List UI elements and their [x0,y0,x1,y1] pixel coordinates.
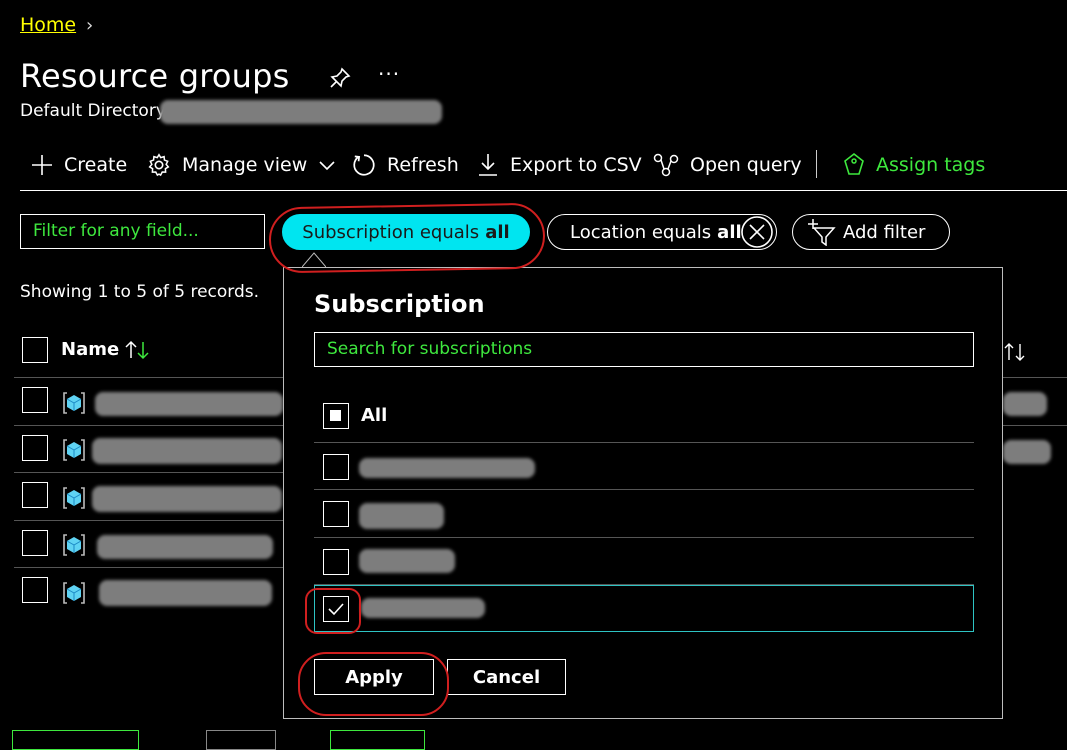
row-checkbox[interactable] [22,435,48,461]
redacted-subscription-name [359,549,455,573]
indeterminate-mark-icon [330,410,341,421]
location-filter-value: all [717,221,742,243]
row-separator [14,520,284,521]
apply-button[interactable]: Apply [314,659,434,695]
bottom-button[interactable] [206,730,276,750]
row-separator [14,472,284,473]
select-all-checkbox[interactable] [22,337,48,363]
create-button[interactable]: Create [30,150,127,180]
redacted-row-name[interactable] [92,486,282,512]
redacted-subscription-name [361,598,485,618]
subscription-checkbox[interactable] [323,501,349,527]
sort-icon[interactable] [123,338,151,362]
add-filter-label: Add filter [843,221,926,243]
remove-location-filter-icon[interactable] [740,215,774,249]
panel-title: Subscription [314,290,485,318]
manage-view-label: Manage view [182,154,308,176]
all-subscriptions-checkbox[interactable] [323,403,349,429]
resource-group-icon [63,534,85,556]
assign-tags-label: Assign tags [876,154,986,176]
subscription-checkbox-checked[interactable] [323,596,349,622]
page-title: Resource groups [20,57,290,95]
directory-label: Default Directory [20,101,166,121]
more-options-icon[interactable]: ··· [378,62,400,86]
subscription-filter-pill[interactable]: Subscription equals all [282,214,530,250]
gear-icon [148,153,170,177]
assign-tags-button[interactable]: Assign tags [842,150,985,180]
redacted-row-name[interactable] [92,438,282,464]
open-query-button[interactable]: Open query [652,150,802,180]
name-column-header[interactable]: Name [61,339,119,360]
breadcrumb-home-link[interactable]: Home [20,14,76,36]
subscription-checkbox[interactable] [323,454,349,480]
redacted-row-value [1003,440,1051,464]
download-icon [479,154,497,176]
chevron-down-icon [319,161,335,171]
subscription-dropdown-panel: Subscription Search for subscriptions Al… [283,267,1003,719]
sort-icon-right[interactable] [1003,340,1027,364]
resource-group-icon [63,487,85,509]
breadcrumb-chevron-icon: › [86,15,94,36]
option-separator [314,489,974,490]
refresh-button[interactable]: Refresh [351,150,459,180]
resource-group-icon [63,582,85,604]
export-csv-label: Export to CSV [510,154,642,176]
checkmark-icon [328,603,344,616]
records-count: Showing 1 to 5 of 5 records. [20,282,260,302]
redacted-subscription-name [359,503,444,529]
option-separator [314,442,974,443]
row-checkbox[interactable] [22,530,48,556]
toolbar-divider [20,190,1067,191]
subscription-search-input[interactable]: Search for subscriptions [314,332,974,367]
toolbar-separator [816,150,817,178]
row-checkbox[interactable] [22,482,48,508]
row-checkbox[interactable] [22,577,48,603]
subscription-checkbox[interactable] [323,549,349,575]
row-checkbox[interactable] [22,387,48,413]
refresh-label: Refresh [387,154,459,176]
manage-view-button[interactable]: Manage view [146,150,337,180]
cancel-button[interactable]: Cancel [447,659,566,695]
subscription-filter-value: all [485,221,510,243]
subscription-filter-label: Subscription equals [302,221,480,243]
bottom-button[interactable] [330,730,425,750]
refresh-icon [353,154,375,176]
open-query-label: Open query [690,154,802,176]
location-filter-label: Location equals [570,221,712,243]
row-separator [14,567,284,568]
callout-arrow [302,252,326,267]
redacted-directory [160,100,442,124]
filter-any-field-input[interactable]: Filter for any field... [20,214,265,249]
export-csv-button[interactable]: Export to CSV [476,150,642,180]
redacted-row-name[interactable] [97,535,273,559]
redacted-subscription-name [359,458,535,478]
plus-icon [32,155,52,175]
tag-icon [844,152,864,175]
resource-group-icon [63,439,85,461]
create-label: Create [64,154,128,176]
all-label: All [361,405,388,426]
redacted-row-name[interactable] [99,580,272,606]
pin-icon[interactable] [328,66,352,90]
redacted-row-value [1003,392,1047,416]
resource-group-icon [63,392,85,414]
add-filter-icon [808,219,836,246]
option-separator [314,537,974,538]
bottom-button[interactable] [12,730,139,750]
query-graph-icon [653,153,679,177]
redacted-row-name[interactable] [95,392,283,416]
